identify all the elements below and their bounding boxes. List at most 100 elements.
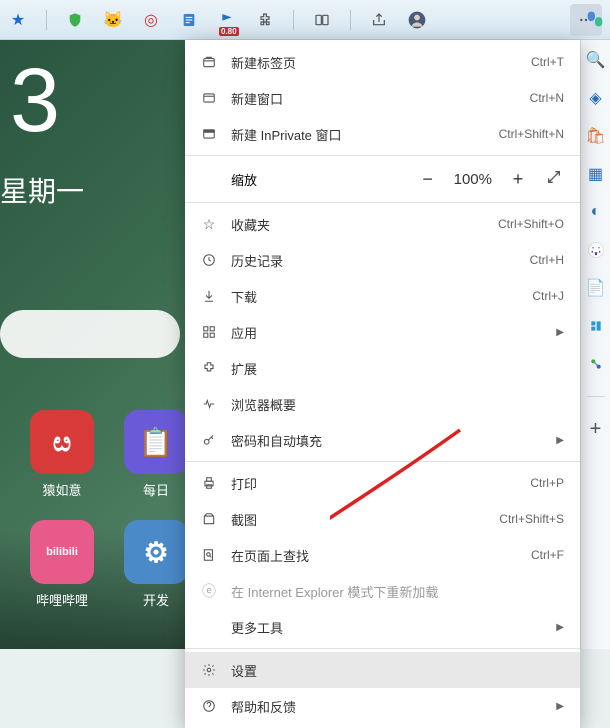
zoom-in-button[interactable]: + (508, 169, 528, 190)
label: 设置 (231, 661, 564, 680)
tile-bilibili[interactable]: bilibili 哔哩哔哩 (30, 520, 94, 609)
link-icon[interactable] (586, 354, 606, 374)
split-screen-icon[interactable] (312, 10, 332, 30)
separator (293, 10, 294, 30)
label: 应用 (231, 323, 542, 342)
baidu-icon[interactable] (586, 240, 606, 260)
menu-separator (185, 155, 580, 156)
menu-settings[interactable]: 设置 (185, 652, 580, 688)
label: 帮助和反馈 (231, 697, 542, 716)
extensions-icon[interactable] (255, 10, 275, 30)
label: 下载 (231, 287, 518, 306)
label: 打印 (231, 474, 516, 493)
separator (587, 396, 605, 397)
label: 扩展 (231, 359, 564, 378)
menu-new-inprivate[interactable]: 新建 InPrivate 窗口 Ctrl+Shift+N (185, 116, 580, 152)
tile-label: 哔哩哔哩 (36, 590, 88, 609)
shortcut: Ctrl+Shift+O (498, 217, 564, 231)
tile-icon: 📋 (124, 410, 188, 474)
key-icon (201, 433, 217, 447)
label: 浏览器概要 (231, 395, 564, 414)
label: 历史记录 (231, 251, 516, 270)
share-icon[interactable] (369, 10, 389, 30)
zoom-out-button[interactable]: − (418, 169, 438, 190)
new-tab-icon (201, 55, 217, 69)
separator (350, 10, 351, 30)
tile-yuanruyi[interactable]: ೞ 猿如意 (30, 410, 94, 499)
search-bar[interactable] (0, 310, 180, 358)
menu-separator (185, 202, 580, 203)
zoom-value: 100% (454, 171, 492, 188)
shield-icon[interactable] (65, 10, 85, 30)
label: 收藏夹 (231, 215, 484, 234)
tile-icon: ೞ (30, 410, 94, 474)
inprivate-icon (201, 127, 217, 141)
badge: 0.80 (219, 27, 239, 36)
tile-daily[interactable]: 📋 每日 (124, 410, 188, 499)
add-icon[interactable]: + (586, 419, 606, 439)
apps-icon (201, 325, 217, 339)
menu-browser-essentials[interactable]: 浏览器概要 (185, 386, 580, 422)
menu-print[interactable]: 打印 Ctrl+P (185, 465, 580, 501)
menu-help[interactable]: 帮助和反馈 ▶ (185, 688, 580, 724)
help-icon (201, 699, 217, 713)
tools-icon[interactable]: ▦ (586, 164, 606, 184)
chevron-right-icon: ▶ (556, 435, 564, 446)
screenshot-icon (201, 512, 217, 526)
tile-dev[interactable]: ⚙ 开发 (124, 520, 188, 609)
fullscreen-button[interactable] (544, 169, 564, 190)
window-icon (201, 91, 217, 105)
menu-passwords[interactable]: 密码和自动填充 ▶ (185, 422, 580, 458)
profile-avatar-icon[interactable] (407, 10, 427, 30)
menu-new-window[interactable]: 新建窗口 Ctrl+N (185, 80, 580, 116)
shortcut: Ctrl+N (530, 91, 564, 105)
menu-favorites[interactable]: ☆ 收藏夹 Ctrl+Shift+O (185, 206, 580, 242)
menu-zoom: 缩放 − 100% + (185, 159, 580, 199)
note-icon[interactable] (179, 10, 199, 30)
menu-more-tools[interactable]: 更多工具 ▶ (185, 609, 580, 645)
shopping-icon[interactable]: 🛍 (586, 126, 606, 146)
rewards-icon[interactable]: ◈ (586, 88, 606, 108)
menu-screenshot[interactable]: 截图 Ctrl+Shift+S (185, 501, 580, 537)
search-icon[interactable]: 🔍 (586, 50, 606, 70)
label: 截图 (231, 510, 485, 529)
history-icon (201, 253, 217, 267)
chevron-right-icon: ▶ (556, 622, 564, 633)
menu-history[interactable]: 历史记录 Ctrl+H (185, 242, 580, 278)
settings-menu: 新建标签页 Ctrl+T 新建窗口 Ctrl+N 新建 InPrivate 窗口… (185, 40, 580, 728)
chevron-right-icon: ▶ (556, 701, 564, 712)
find-icon (201, 548, 217, 562)
shortcut: Ctrl+T (531, 55, 564, 69)
label: 密码和自动填充 (231, 431, 542, 450)
label: 缩放 (231, 170, 404, 189)
star-icon: ☆ (201, 216, 217, 233)
shortcut: Ctrl+P (530, 476, 564, 490)
menu-new-tab[interactable]: 新建标签页 Ctrl+T (185, 44, 580, 80)
tile-label: 每日 (143, 480, 169, 499)
cat-icon[interactable]: 🐱 (103, 10, 123, 30)
menu-extensions[interactable]: 扩展 (185, 350, 580, 386)
copilot-icon[interactable] (582, 6, 608, 32)
separator (46, 10, 47, 30)
shortcut: Ctrl+H (530, 253, 564, 267)
label: 在页面上查找 (231, 546, 517, 565)
games-icon[interactable]: ◐ (586, 202, 606, 222)
label: 更多工具 (231, 618, 542, 637)
gear-icon (201, 663, 217, 677)
menu-find[interactable]: 在页面上查找 Ctrl+F (185, 537, 580, 573)
label: 新建 InPrivate 窗口 (231, 125, 485, 144)
right-sidebar: 🔍 ◈ 🛍 ▦ ◐ 📄 + (580, 40, 610, 649)
doc-icon[interactable]: 📄 (586, 278, 606, 298)
shortcut: Ctrl+F (531, 548, 564, 562)
menu-apps[interactable]: 应用 ▶ (185, 314, 580, 350)
shortcut: Ctrl+Shift+N (499, 127, 564, 141)
favorite-star-icon[interactable]: ★ (8, 10, 28, 30)
target-icon[interactable]: ◎ (141, 10, 161, 30)
flag-icon[interactable]: 0.80 (217, 10, 237, 30)
tencent-icon[interactable] (586, 316, 606, 336)
menu-downloads[interactable]: 下载 Ctrl+J (185, 278, 580, 314)
quick-links-row-1: ೞ 猿如意 📋 每日 (30, 410, 188, 499)
date-number: 3 (10, 50, 60, 153)
tile-icon: bilibili (30, 520, 94, 584)
pulse-icon (201, 397, 217, 411)
